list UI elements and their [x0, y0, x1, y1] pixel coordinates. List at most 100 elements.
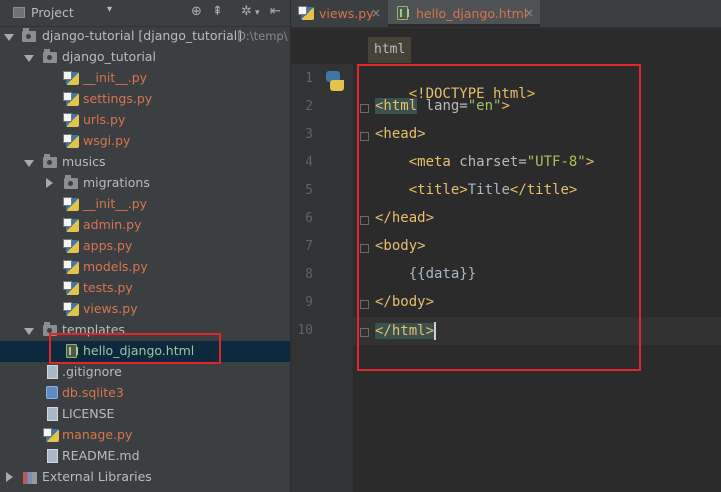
markdown-file-icon: [47, 449, 58, 463]
highlight-box-file: [49, 333, 221, 364]
collapsed-arrow-icon[interactable]: [46, 178, 53, 188]
html-file-icon: [397, 6, 409, 20]
line-number: 9: [305, 295, 313, 310]
collapse-all-icon[interactable]: ⇞: [212, 4, 223, 19]
tree-item-label: migrations: [83, 175, 150, 190]
tree-item-label: views.py: [83, 301, 138, 316]
tree-item-file[interactable]: views.py: [0, 299, 290, 320]
python-file-icon: [298, 6, 314, 20]
database-file-icon: [46, 386, 58, 399]
tree-item-file[interactable]: urls.py: [0, 110, 290, 131]
package-folder-icon: [43, 154, 57, 168]
tree-item-file[interactable]: .gitignore: [0, 362, 290, 383]
line-number: 10: [297, 323, 313, 338]
project-path: D:\temp\: [237, 29, 288, 43]
python-file-icon: [63, 218, 79, 232]
tree-item-label: manage.py: [62, 427, 133, 442]
tree-item-label: settings.py: [83, 91, 153, 106]
tree-item-external-libraries[interactable]: External Libraries: [0, 467, 290, 488]
project-panel-header: Project ▾ ⊕ ⇞ ✲ ▾ ⇤: [0, 0, 290, 27]
python-file-icon: [63, 239, 79, 253]
tree-item-folder[interactable]: musics: [0, 152, 290, 173]
view-dropdown-icon[interactable]: ▾: [107, 4, 112, 15]
python-file-icon: [63, 302, 79, 316]
line-number: 1: [305, 71, 313, 86]
python-file-icon: [63, 113, 79, 127]
python-file-icon: [63, 71, 79, 85]
python-file-icon: [63, 260, 79, 274]
tree-item-file[interactable]: __init__.py: [0, 194, 290, 215]
line-number: 4: [305, 155, 313, 170]
tree-item-label: .gitignore: [62, 364, 122, 379]
python-file-icon: [63, 197, 79, 211]
highlight-box-code: [357, 64, 641, 371]
tree-item-folder[interactable]: django_tutorial: [0, 47, 290, 68]
tree-item-file[interactable]: admin.py: [0, 215, 290, 236]
tree-item-root[interactable]: django-tutorial [django_tutorial] D:\tem…: [0, 26, 290, 47]
tree-item-file[interactable]: tests.py: [0, 278, 290, 299]
tree-item-file[interactable]: README.md: [0, 446, 290, 467]
expand-arrow-icon[interactable]: [24, 55, 34, 62]
expand-arrow-icon[interactable]: [24, 328, 34, 335]
line-number: 5: [305, 183, 313, 198]
line-number: 6: [305, 211, 313, 226]
sync-icon[interactable]: ⊕: [191, 4, 202, 19]
tree-item-label: External Libraries: [42, 469, 152, 484]
tab-hello-django-html[interactable]: hello_django.html ×: [388, 0, 540, 27]
module-folder-icon: [22, 28, 36, 42]
tree-item-file[interactable]: __init__.py: [0, 68, 290, 89]
tree-item-label: db.sqlite3: [62, 385, 124, 400]
tree-item-file[interactable]: settings.py: [0, 89, 290, 110]
project-panel-title[interactable]: Project: [31, 5, 74, 20]
tree-item-label: tests.py: [83, 280, 133, 295]
tree-item-label: musics: [62, 154, 106, 169]
close-tab-icon[interactable]: ×: [371, 0, 381, 27]
tree-item-label: __init__.py: [83, 70, 148, 85]
tree-item-file[interactable]: LICENSE: [0, 404, 290, 425]
tab-views-py[interactable]: views.py ×: [291, 0, 387, 27]
breadcrumb[interactable]: html: [368, 37, 412, 63]
tree-item-file[interactable]: wsgi.py: [0, 131, 290, 152]
tree-item-label: django_tutorial: [62, 49, 156, 64]
hide-panel-icon[interactable]: ⇤: [270, 4, 281, 19]
tree-item-folder[interactable]: migrations: [0, 173, 290, 194]
editor-tab-bar: views.py × hello_django.html ×: [291, 0, 721, 28]
tree-item-label: wsgi.py: [83, 133, 131, 148]
expand-arrow-icon[interactable]: [4, 34, 14, 41]
project-panel: Project ▾ ⊕ ⇞ ✲ ▾ ⇤ django-tutorial [dja…: [0, 0, 290, 492]
python-file-icon: [63, 134, 79, 148]
close-tab-icon[interactable]: ×: [524, 0, 534, 27]
python-file-icon: [43, 428, 59, 442]
package-folder-icon: [43, 49, 57, 63]
tree-item-label: apps.py: [83, 238, 133, 253]
line-number: 2: [305, 99, 313, 114]
tree-item-label: urls.py: [83, 112, 126, 127]
project-view-icon: [13, 7, 25, 18]
tree-item-file[interactable]: apps.py: [0, 236, 290, 257]
tree-item-label: LICENSE: [62, 406, 115, 421]
tree-item-label: django-tutorial [django_tutorial]: [42, 28, 243, 43]
library-icon: [23, 472, 37, 484]
line-number: 8: [305, 267, 313, 282]
tab-label: hello_django.html: [416, 6, 528, 21]
python-file-icon: [63, 92, 79, 106]
text-file-icon: [47, 407, 58, 421]
tree-item-file[interactable]: models.py: [0, 257, 290, 278]
line-number: 3: [305, 127, 313, 142]
tree-item-label: __init__.py: [83, 196, 148, 211]
package-folder-icon: [64, 175, 78, 189]
tab-label: views.py: [319, 6, 374, 21]
line-number: 7: [305, 239, 313, 254]
text-file-icon: [47, 365, 58, 379]
settings-icon[interactable]: ✲: [241, 4, 252, 19]
tree-item-label: models.py: [83, 259, 148, 274]
settings-dropdown-icon[interactable]: ▾: [255, 8, 260, 18]
tree-item-label: admin.py: [83, 217, 142, 232]
tree-item-label: README.md: [62, 448, 140, 463]
tree-item-file[interactable]: manage.py: [0, 425, 290, 446]
python-file-icon: [63, 281, 79, 295]
collapsed-arrow-icon[interactable]: [6, 472, 13, 482]
python-gutter-icon[interactable]: [324, 71, 344, 93]
tree-item-file[interactable]: db.sqlite3: [0, 383, 290, 404]
expand-arrow-icon[interactable]: [24, 160, 34, 167]
